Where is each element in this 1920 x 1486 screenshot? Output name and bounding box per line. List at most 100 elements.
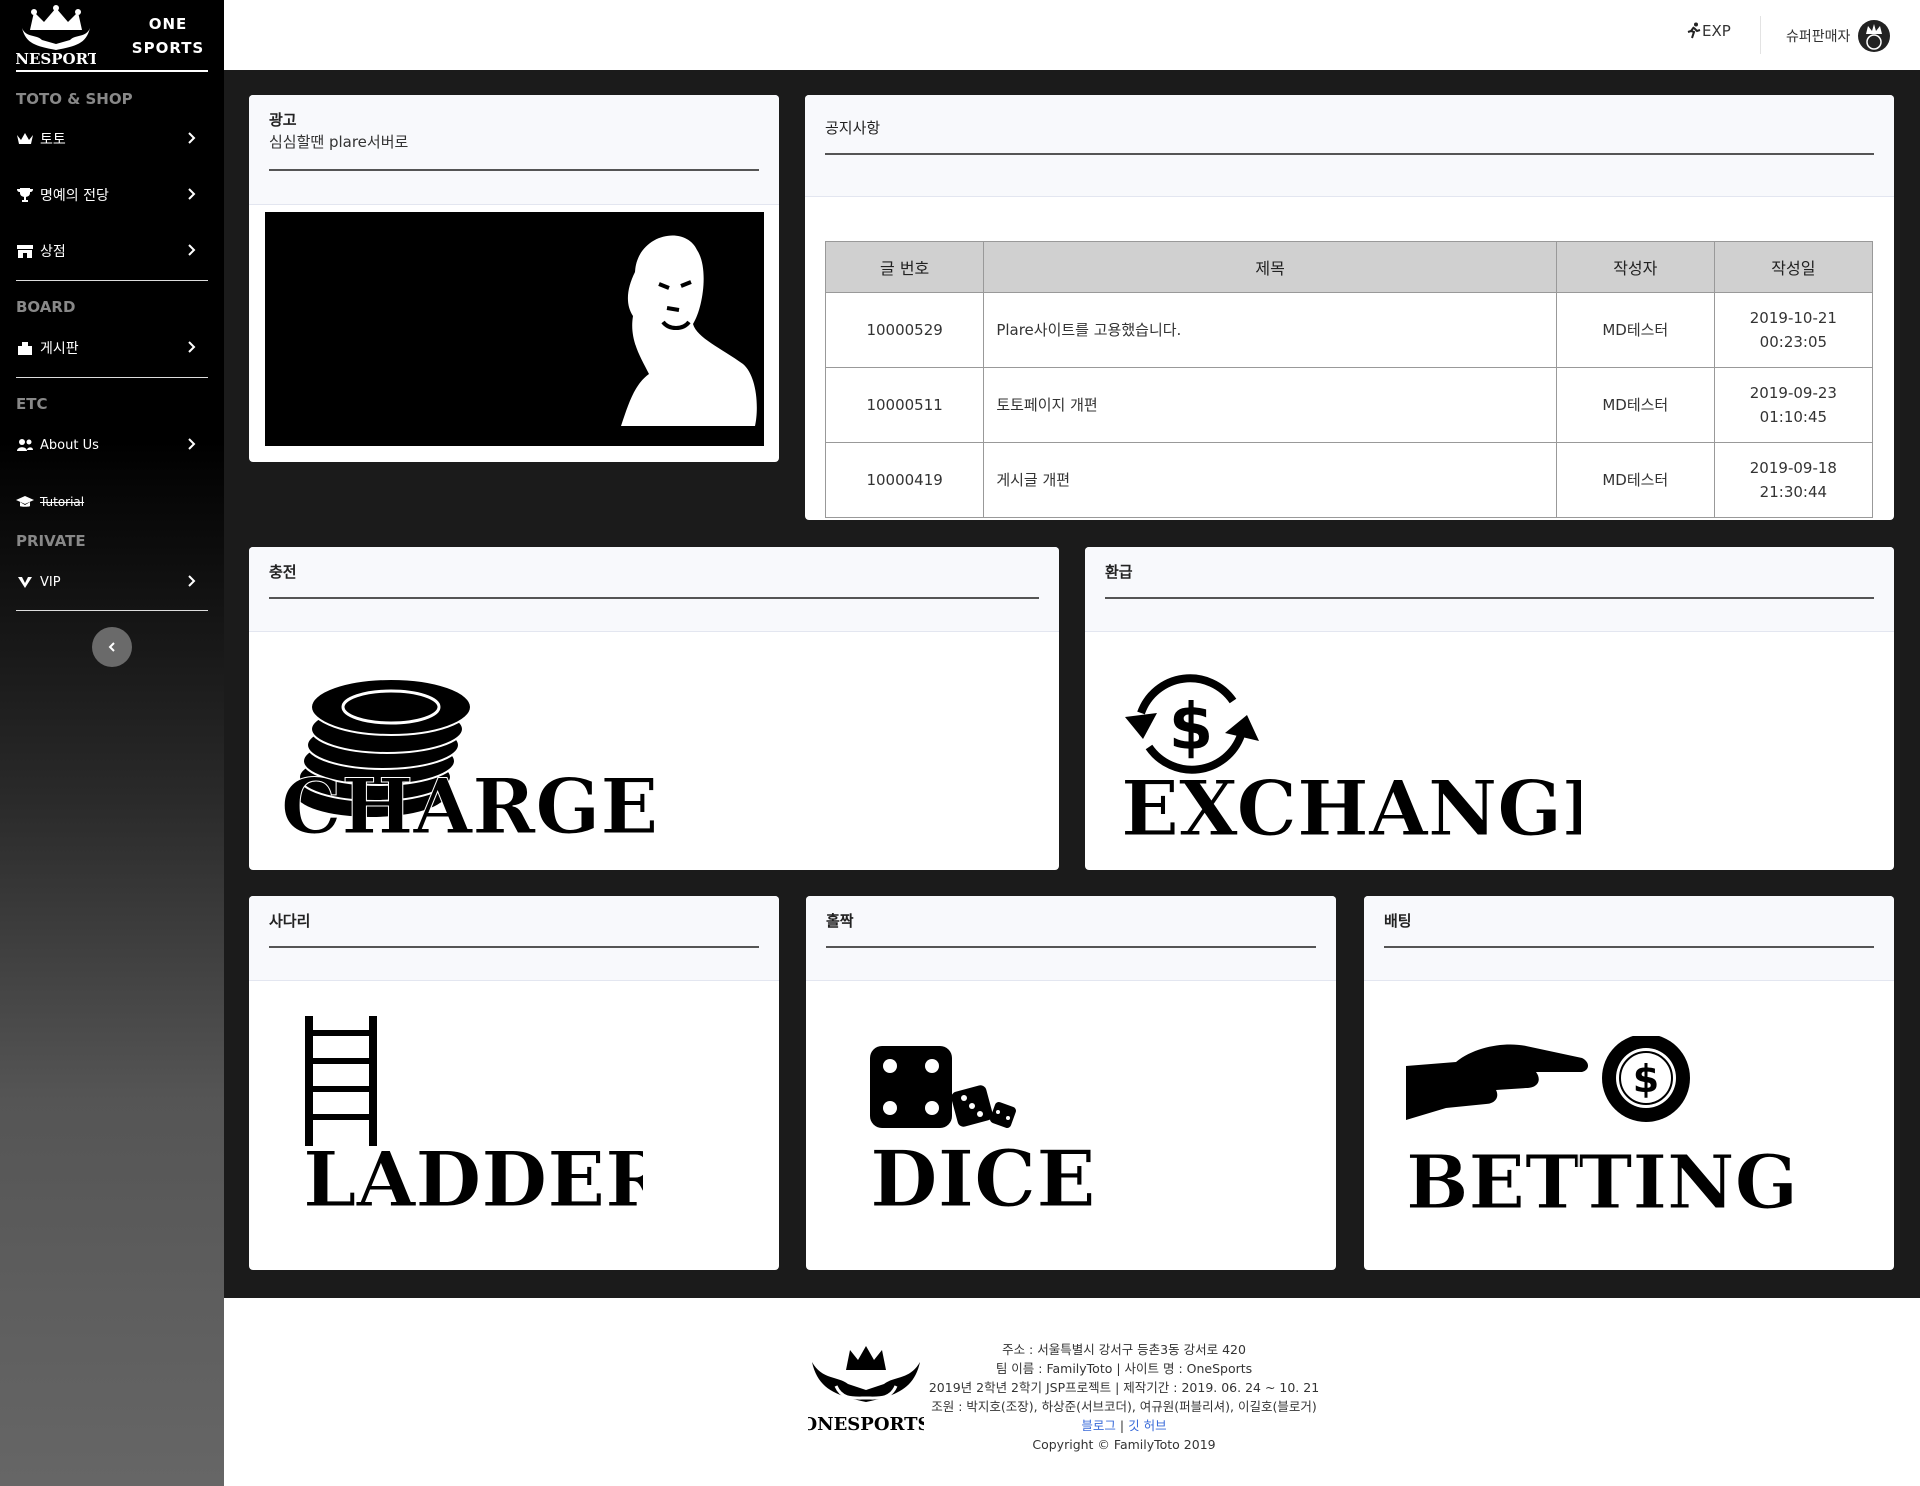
brand-name-line1: ONE — [148, 15, 188, 33]
chevron-right-icon — [188, 188, 196, 200]
notice-number: 10000419 — [824, 442, 985, 518]
graduation-cap-icon — [16, 496, 34, 507]
dice-card[interactable]: 홀짝 DICE — [806, 896, 1336, 1270]
topbar: EXP 슈퍼판매자 — [224, 0, 1920, 70]
chevron-right-icon — [188, 132, 196, 144]
footer: ONESPORTS 주소 : 서울특별시 강서구 등촌3동 강서로 420 팀 … — [224, 1298, 1920, 1486]
card-title: 사다리 — [269, 912, 311, 930]
svg-text:$: $ — [1633, 1057, 1659, 1101]
sidebar-item-label: 게시판 — [40, 341, 79, 357]
notice-title-link[interactable]: 게시글 개편 — [983, 442, 1557, 518]
notice-date: 2019-10-21 00:23:05 — [1713, 292, 1874, 368]
exp-label: EXP — [1702, 22, 1731, 40]
footer-members: 조원 : 박지호(조장), 하상준(서브코더), 여규원(퍼블리셔), 이길호(… — [931, 1399, 1317, 1414]
ladder-icon — [305, 1016, 377, 1146]
user-menu[interactable]: 슈퍼판매자 — [1786, 20, 1891, 52]
brand[interactable]: ONESPORTS ONE SPORTS — [16, 0, 208, 72]
link-separator: | — [1119, 1418, 1125, 1433]
pointing-hand-icon — [1406, 1044, 1588, 1120]
notice-author: MD테스터 — [1555, 442, 1715, 518]
trophy-icon — [17, 188, 33, 202]
notice-author: MD테스터 — [1555, 292, 1715, 368]
onesports-logo: ONESPORTS — [16, 5, 96, 66]
chevron-right-icon — [188, 341, 196, 353]
chevron-right-icon — [188, 575, 196, 587]
github-link[interactable]: 깃 허브 — [1128, 1418, 1166, 1433]
exchange-text: EXCHANGE — [1121, 764, 1581, 843]
table-row[interactable]: 10000529 Plare사이트를 고용했습니다. MD테스터 2019-10… — [824, 292, 1874, 368]
users-icon — [17, 439, 33, 451]
running-icon — [1687, 22, 1701, 39]
betting-text: BETTING — [1406, 1140, 1798, 1216]
brand-name-line2: SPORTS — [131, 39, 205, 57]
ladder-image: LADDER — [303, 1016, 643, 1212]
footer-text: 주소 : 서울특별시 강서구 등촌3동 강서로 420 팀 이름 : Famil… — [924, 1340, 1324, 1454]
charge-image: CHARGE — [281, 678, 659, 843]
dice-image: DICE — [870, 1046, 1096, 1214]
notice-title-link[interactable]: Plare사이트를 고용했습니다. — [983, 292, 1557, 368]
sidebar-item-hall-of-fame[interactable]: 명예의 전당 — [16, 177, 208, 213]
section-heading-board: BOARD — [16, 298, 76, 316]
sidebar-toggle-button[interactable] — [92, 627, 132, 667]
card-title: 공지사항 — [825, 119, 881, 137]
sidebar-item-about-us[interactable]: About Us — [16, 427, 208, 463]
notice-table: 글 번호 제목 작성자 작성일 10000529 Plare사이트를 고용했습니… — [824, 241, 1874, 518]
footer-project: 2019년 2학년 2학기 JSP프로젝트 | 제작기간 : 2019. 06.… — [928, 1380, 1320, 1395]
sidebar-item-label: VIP — [40, 574, 61, 590]
column-header: 제목 — [983, 241, 1557, 293]
notice-date: 2019-09-18 21:30:44 — [1713, 442, 1874, 518]
crown-icon — [17, 133, 33, 144]
section-heading-etc: ETC — [16, 395, 48, 413]
notice-card: 공지사항 글 번호 제목 작성자 작성일 10000529 Plare사이트를 … — [805, 95, 1894, 520]
footer-copyright: Copyright © FamilyToto 2019 — [1032, 1437, 1216, 1452]
exp-link[interactable]: EXP — [1686, 22, 1731, 40]
sidebar-item-label: 명예의 전당 — [40, 188, 109, 204]
charge-text: CHARGE — [281, 762, 658, 843]
clipboard-icon — [18, 342, 32, 355]
ad-banner[interactable]: PLARE — [265, 212, 764, 446]
card-title: 환급 — [1105, 563, 1133, 581]
footer-address: 주소 : 서울특별시 강서구 등촌3동 강서로 420 — [1002, 1342, 1246, 1357]
divider — [16, 280, 208, 281]
notice-title-link[interactable]: 토토페이지 개편 — [983, 367, 1557, 443]
exchange-card[interactable]: 환급 $ EXCHANGE — [1085, 547, 1894, 870]
footer-logo: ONESPORTS — [808, 1346, 924, 1435]
card-title: 충전 — [269, 563, 297, 581]
sidebar-item-toto[interactable]: 토토 — [16, 121, 208, 157]
dice-icon — [870, 1046, 1016, 1128]
section-heading-private: PRIVATE — [16, 532, 86, 550]
store-icon — [17, 245, 33, 258]
sidebar-item-store[interactable]: 상점 — [16, 233, 208, 269]
notice-number: 10000529 — [824, 292, 985, 368]
card-subtitle: 심심할땐 plare서버로 — [269, 133, 409, 151]
charge-card[interactable]: 충전 CHARGE — [249, 547, 1059, 870]
vip-icon — [18, 577, 32, 588]
dice-text: DICE — [870, 1134, 1096, 1214]
sidebar-item-label: Tutorial — [40, 495, 85, 509]
betting-card[interactable]: 배팅 $ BETTING — [1364, 896, 1894, 1270]
ad-card: 광고 심심할땐 plare서버로 PLARE — [249, 95, 779, 462]
column-header: 작성일 — [1713, 241, 1874, 293]
sidebar-item-label: 상점 — [40, 244, 66, 260]
sidebar-item-vip[interactable]: VIP — [16, 564, 208, 600]
table-row[interactable]: 10000419 게시글 개편 MD테스터 2019-09-18 21:30:44 — [824, 442, 1874, 518]
card-title: 홀짝 — [826, 912, 854, 930]
card-title: 광고 — [269, 111, 297, 129]
chevron-right-icon — [188, 244, 196, 256]
svg-text:ONESPORTS: ONESPORTS — [16, 50, 96, 66]
sidebar-item-tutorial[interactable]: Tutorial — [16, 484, 208, 520]
sidebar: ONESPORTS ONE SPORTS TOTO & SHOP 토토 명예의 … — [0, 0, 224, 1486]
column-header: 작성자 — [1555, 241, 1715, 293]
main-content: 광고 심심할땐 plare서버로 PLARE 공지사항 글 번호 제목 작성자 … — [224, 70, 1920, 1298]
username: 슈퍼판매자 — [1786, 29, 1851, 45]
notice-date: 2019-09-23 01:10:45 — [1713, 367, 1874, 443]
ladder-card[interactable]: 사다리 LADDER — [249, 896, 779, 1270]
betting-image: $ BETTING — [1406, 1036, 1798, 1216]
divider — [16, 610, 208, 611]
table-row[interactable]: 10000511 토토페이지 개편 MD테스터 2019-09-23 01:10:… — [824, 367, 1874, 443]
dollar-chip-icon: $ — [1602, 1036, 1690, 1122]
blog-link[interactable]: 블로그 — [1081, 1418, 1116, 1433]
sidebar-item-board[interactable]: 게시판 — [16, 330, 208, 366]
notice-author: MD테스터 — [1555, 367, 1715, 443]
exchange-image: $ EXCHANGE — [1121, 674, 1581, 843]
